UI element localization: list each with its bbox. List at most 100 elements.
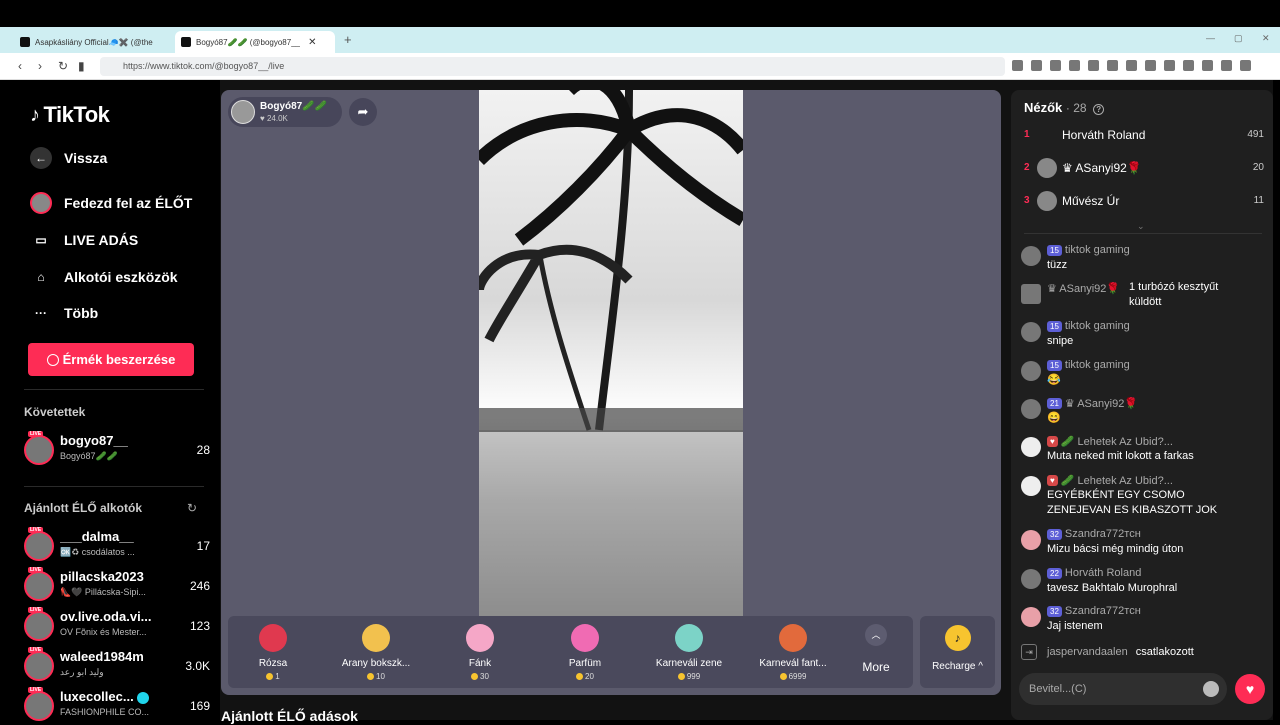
perfume-icon [571, 624, 599, 652]
recharge-label: Recharge ^ [932, 661, 983, 672]
extension-icon[interactable] [1050, 60, 1061, 71]
recommended-item[interactable]: LIVE waleed1984m وليد ابو رعد 3.0K [24, 647, 210, 685]
message-text: EGYÉBKÉNT EGY CSOMO ZENEJEVAN ES KIBASZO… [1047, 489, 1218, 516]
ranking-row[interactable]: 2 ♛ ASanyi92🌹 20 [1024, 157, 1264, 179]
creator-name: luxecollec... [60, 689, 180, 704]
message-user[interactable]: Horváth Roland [1065, 567, 1141, 579]
avatar [1021, 569, 1041, 589]
close-tab-icon[interactable]: ✕ [308, 37, 316, 48]
ranking-row[interactable]: 1 Horváth Roland 491 [1024, 124, 1264, 146]
viewer-count: 169 [189, 699, 210, 713]
extension-icon[interactable] [1164, 60, 1175, 71]
gift-name: Fánk [468, 658, 492, 669]
emoji-icon[interactable] [1203, 681, 1219, 697]
joined-user[interactable]: jaspervandaalen [1047, 646, 1128, 658]
help-icon[interactable]: ? [1093, 104, 1105, 115]
extension-icon[interactable] [1012, 60, 1023, 71]
host-info[interactable]: Bogyó87🥒🥒 ♥ 24.0K [228, 97, 342, 127]
message-user[interactable]: 🥒 Lehetek Az Ubid?... [1061, 474, 1173, 487]
coin-icon [677, 673, 685, 680]
message-user[interactable]: Szandra772ᴛᴄʜ [1065, 605, 1141, 617]
gift-price-value: 10 [376, 672, 385, 681]
viewer-count: 28 [196, 443, 210, 457]
nav-live-broadcast[interactable]: ▭ LIVE ADÁS [30, 229, 138, 251]
followed-item[interactable]: LIVE bogyo87__ Bogyó87🥒🥒 28 [24, 431, 210, 469]
extension-icon[interactable] [1031, 60, 1042, 71]
gift-item[interactable]: Parfüm 20 [540, 624, 630, 681]
gift-item[interactable]: Karneváli zene 999 [644, 624, 734, 681]
refresh-icon[interactable]: ↻ [187, 501, 197, 515]
tiktok-logo[interactable]: ♪ TikTok [30, 102, 110, 128]
nav-label: Több [64, 305, 99, 321]
live-video[interactable] [479, 90, 743, 616]
ellipsis-icon: ··· [35, 306, 47, 320]
reload-icon[interactable]: ↻ [58, 59, 68, 73]
extension-icon[interactable] [1240, 60, 1251, 71]
extension-icon[interactable] [1221, 60, 1232, 71]
extension-icon[interactable] [1183, 60, 1194, 71]
message-user[interactable]: tiktok gaming [1065, 320, 1130, 332]
gift-name: Rózsa [258, 658, 288, 669]
nav-creator-tools[interactable]: ⌂ Alkotói eszközök [30, 266, 177, 288]
back-nav-item[interactable]: ← Vissza [30, 147, 107, 169]
more-gifts-button[interactable]: ︿ More [856, 624, 896, 674]
nav-explore-live[interactable]: Fedezd fel az ÉLŐT [30, 192, 192, 214]
message-header: 32 Szandra772ᴛᴄʜ [1047, 528, 1141, 540]
avatar [24, 531, 54, 561]
nav-more[interactable]: ··· Több [30, 302, 98, 324]
minimize-icon[interactable]: — [1206, 33, 1215, 43]
extension-icon[interactable] [1145, 60, 1156, 71]
join-notice: ⇥ jaspervandaalen csatlakozott [1021, 644, 1194, 660]
get-coins-button[interactable]: Érmék beszerzése [28, 343, 194, 376]
maximize-icon[interactable]: ▢ [1234, 33, 1243, 44]
chevron-down-icon[interactable]: ⌄ [1137, 221, 1145, 232]
message-text: snipe [1047, 335, 1074, 347]
chat-input[interactable]: Bevitel...(C) [1019, 673, 1227, 705]
level-badge: 22 [1047, 567, 1062, 579]
recharge-button[interactable]: ♪ Recharge ^ [920, 616, 995, 688]
message-user[interactable]: tiktok gaming [1065, 359, 1130, 371]
message-user[interactable]: Szandra772ᴛᴄʜ [1065, 528, 1141, 540]
gift-item[interactable]: Arany bokszk... 10 [331, 624, 421, 681]
recommended-item[interactable]: LIVE ___dalma__ 🆗♻ csodálatos ... 17 [24, 527, 210, 565]
address-bar: ‹ › ↻ ▮ https://www.tiktok.com/@bogyo87_… [0, 53, 1280, 80]
extension-icon[interactable] [1069, 60, 1080, 71]
creator-subtitle: 🆗♻ csodálatos ... [60, 547, 135, 557]
gift-item[interactable]: Fánk 30 [435, 624, 525, 681]
ranking-row[interactable]: 3 Művész Úr 11 [1024, 190, 1264, 212]
nav-label: Fedezd fel az ÉLŐT [64, 195, 193, 211]
extension-icon[interactable] [1088, 60, 1099, 71]
extension-icon[interactable] [1107, 60, 1118, 71]
back-icon[interactable]: ‹ [18, 59, 22, 73]
message-header: 21 ♛ ASanyi92🌹 [1047, 397, 1138, 410]
avatar [24, 691, 54, 721]
message-user[interactable]: ♛ ASanyi92🌹 [1047, 282, 1120, 295]
gift-item[interactable]: Karnevál fant... 6999 [748, 624, 838, 681]
recommended-item[interactable]: LIVE pillacska2023 👠🖤 Pillácska-Sipi... … [24, 567, 210, 605]
message-user[interactable]: ♛ ASanyi92🌹 [1065, 397, 1138, 410]
gift-price-value: 999 [686, 672, 701, 681]
share-icon[interactable]: ➦ [349, 98, 377, 126]
recommended-item[interactable]: LIVE ov.live.oda.vi... OV Fõnix és Meste… [24, 607, 210, 645]
tab-1[interactable]: Asapkásliány Official🧢✖️ (@the [14, 31, 162, 53]
message-user[interactable]: 🥒 Lehetek Az Ubid?... [1061, 435, 1173, 448]
viewers-count: · 28 [1065, 101, 1087, 115]
forward-icon[interactable]: › [38, 59, 42, 73]
level-badge: 15 [1047, 244, 1062, 256]
new-tab-icon[interactable]: + [344, 32, 352, 47]
message-user[interactable]: tiktok gaming [1065, 244, 1130, 256]
close-window-icon[interactable]: ✕ [1262, 33, 1270, 44]
extension-icon[interactable] [1202, 60, 1213, 71]
gift-price: 6999 [748, 672, 838, 681]
live-player[interactable]: Bogyó87🥒🥒 ♥ 24.0K ➦ Rózsa 1 Arany bokszk… [221, 90, 1001, 695]
level-badge: 15 [1047, 359, 1062, 371]
bookmark-icon[interactable]: ▮ [78, 59, 85, 73]
recommended-lives-title: Ajánlott ÉLŐ adások [221, 708, 358, 724]
like-heart-button[interactable]: ♥ [1235, 674, 1265, 704]
tab-2[interactable]: Bogyó87🥒🥒 (@bogyo87__ ✕ [175, 31, 335, 53]
url-field[interactable]: https://www.tiktok.com/@bogyo87__/live [100, 57, 1005, 76]
creator-name-text: luxecollec... [60, 689, 134, 704]
gift-item[interactable]: Rózsa 1 [228, 624, 318, 681]
extension-icon[interactable] [1126, 60, 1137, 71]
live-badge: LIVE [28, 527, 44, 533]
